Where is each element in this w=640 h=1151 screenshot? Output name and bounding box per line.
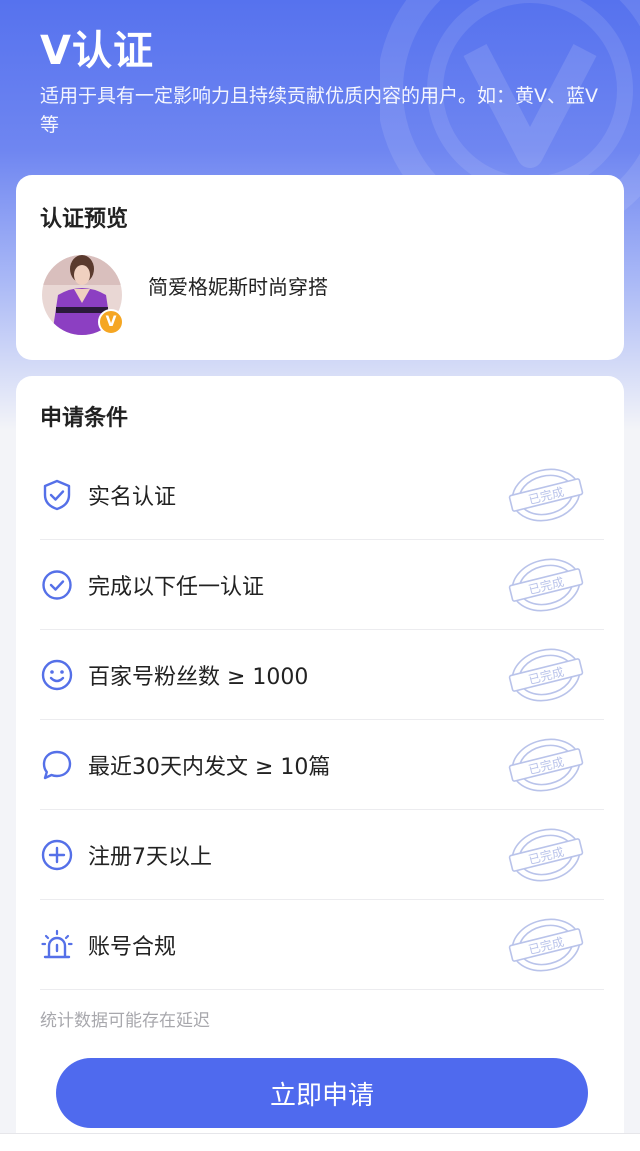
bottom-bar <box>0 1133 640 1151</box>
condition-label: 实名认证 <box>88 484 177 510</box>
completed-stamp-icon: 已完成 <box>508 738 584 792</box>
condition-label: 账号合规 <box>88 934 177 960</box>
condition-account-compliance: 账号合规 已完成 <box>40 900 604 990</box>
circle-check-icon <box>42 569 72 600</box>
condition-registered-days: 注册7天以上 已完成 <box>40 810 604 900</box>
page-title: V认证 <box>40 28 154 74</box>
preview-card: 认证预览 V 简爱格妮斯时尚穿搭 <box>16 175 624 360</box>
verified-v-badge: V <box>98 309 124 335</box>
condition-label: 百家号粉丝数 ≥ 1000 <box>88 664 309 690</box>
preview-card-title: 认证预览 <box>40 207 129 232</box>
page-description: 适用于具有一定影响力且持续贡献优质内容的用户。如：黄V、蓝V等 <box>40 85 598 136</box>
condition-recent-posts: 最近30天内发文 ≥ 10篇 已完成 <box>40 720 604 810</box>
completed-stamp-icon: 已完成 <box>508 828 584 882</box>
preview-account-name: 简爱格妮斯时尚穿搭 <box>148 275 328 299</box>
alarm-light-icon <box>41 929 73 958</box>
condition-real-name: 实名认证 已完成 <box>40 450 604 540</box>
chat-bubble-icon <box>42 750 72 779</box>
apply-now-button[interactable]: 立即申请 <box>56 1058 588 1128</box>
shield-check-icon <box>43 479 71 510</box>
smiley-icon <box>41 659 73 690</box>
completed-stamp-icon: 已完成 <box>508 648 584 702</box>
completed-stamp-icon: 已完成 <box>508 918 584 972</box>
plus-circle-icon <box>41 839 73 870</box>
condition-label: 注册7天以上 <box>88 844 212 870</box>
completed-stamp-icon: 已完成 <box>508 558 584 612</box>
condition-label: 完成以下任一认证 <box>88 574 265 600</box>
conditions-card-title: 申请条件 <box>40 406 129 431</box>
conditions-list: 实名认证 已完成 完成以下任一认证 已完成 百家号粉丝数 ≥ 1000 已完成 … <box>40 450 604 990</box>
conditions-card: 申请条件 实名认证 已完成 完成以下任一认证 已完成 百家号粉丝数 ≥ 1000… <box>16 376 624 1136</box>
condition-label: 最近30天内发文 ≥ 10篇 <box>88 754 331 780</box>
condition-followers: 百家号粉丝数 ≥ 1000 已完成 <box>40 630 604 720</box>
completed-stamp-icon: 已完成 <box>508 468 584 522</box>
data-delay-note: 统计数据可能存在延迟 <box>40 1011 210 1031</box>
condition-any-certification: 完成以下任一认证 已完成 <box>40 540 604 630</box>
